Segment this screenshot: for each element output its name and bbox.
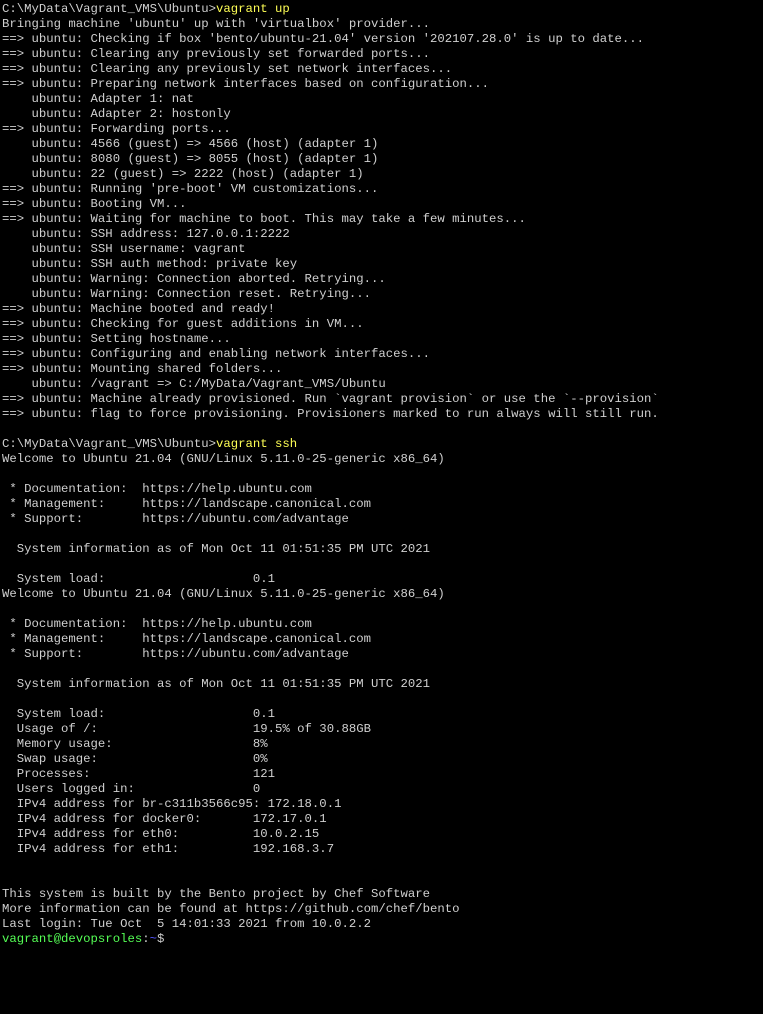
shell-prompt-dollar: $ [157, 932, 164, 946]
output-line: System load: 0.1 [2, 572, 275, 586]
output-line: System load: 0.1 [2, 707, 275, 721]
output-line: ==> ubuntu: Preparing network interfaces… [2, 77, 489, 91]
output-line: ==> ubuntu: Machine already provisioned.… [2, 392, 659, 406]
output-line: IPv4 address for eth0: 10.0.2.15 [2, 827, 319, 841]
output-line: ubuntu: SSH auth method: private key [2, 257, 297, 271]
command-vagrant-up: vagrant up [216, 2, 290, 16]
output-line: ==> ubuntu: Configuring and enabling net… [2, 347, 430, 361]
output-line: ==> ubuntu: Clearing any previously set … [2, 62, 452, 76]
output-line: ==> ubuntu: Clearing any previously set … [2, 47, 430, 61]
shell-prompt-cwd: ~ [150, 932, 157, 946]
output-line: System information as of Mon Oct 11 01:5… [2, 542, 430, 556]
output-line: Memory usage: 8% [2, 737, 268, 751]
output-line: IPv4 address for docker0: 172.17.0.1 [2, 812, 327, 826]
output-line: Welcome to Ubuntu 21.04 (GNU/Linux 5.11.… [2, 587, 445, 601]
output-line: ubuntu: /vagrant => C:/MyData/Vagrant_VM… [2, 377, 386, 391]
output-line: ==> ubuntu: Waiting for machine to boot.… [2, 212, 526, 226]
output-line: ubuntu: SSH address: 127.0.0.1:2222 [2, 227, 290, 241]
output-line: Bringing machine 'ubuntu' up with 'virtu… [2, 17, 430, 31]
shell-prompt-userhost: vagrant@devopsroles [2, 932, 142, 946]
output-line: This system is built by the Bento projec… [2, 887, 430, 901]
terminal-output[interactable]: C:\MyData\Vagrant_VMS\Ubuntu>vagrant up … [0, 0, 763, 949]
output-line: Users logged in: 0 [2, 782, 260, 796]
output-line: Welcome to Ubuntu 21.04 (GNU/Linux 5.11.… [2, 452, 445, 466]
output-line: Swap usage: 0% [2, 752, 268, 766]
output-line: * Management: https://landscape.canonica… [2, 632, 371, 646]
output-line: System information as of Mon Oct 11 01:5… [2, 677, 430, 691]
shell-prompt-colon: : [142, 932, 149, 946]
output-line: ubuntu: Adapter 2: hostonly [2, 107, 231, 121]
output-line: More information can be found at https:/… [2, 902, 460, 916]
output-line: ==> ubuntu: Checking if box 'bento/ubunt… [2, 32, 644, 46]
output-line: ==> ubuntu: Machine booted and ready! [2, 302, 275, 316]
output-line: Processes: 121 [2, 767, 275, 781]
output-line: ==> ubuntu: Forwarding ports... [2, 122, 231, 136]
output-line: ==> ubuntu: Setting hostname... [2, 332, 231, 346]
output-line: ubuntu: 4566 (guest) => 4566 (host) (ada… [2, 137, 378, 151]
output-line: IPv4 address for br-c311b3566c95: 172.18… [2, 797, 341, 811]
output-line: * Documentation: https://help.ubuntu.com [2, 482, 312, 496]
output-line: ubuntu: Warning: Connection aborted. Ret… [2, 272, 386, 286]
output-line: ==> ubuntu: flag to force provisioning. … [2, 407, 659, 421]
output-line: ==> ubuntu: Booting VM... [2, 197, 186, 211]
output-line: ubuntu: SSH username: vagrant [2, 242, 246, 256]
output-line: ==> ubuntu: Checking for guest additions… [2, 317, 364, 331]
command-vagrant-ssh: vagrant ssh [216, 437, 297, 451]
windows-prompt-path: C:\MyData\Vagrant_VMS\Ubuntu> [2, 2, 216, 16]
output-line: ubuntu: 22 (guest) => 2222 (host) (adapt… [2, 167, 364, 181]
output-line: Last login: Tue Oct 5 14:01:33 2021 from… [2, 917, 371, 931]
output-line: IPv4 address for eth1: 192.168.3.7 [2, 842, 334, 856]
output-line: ubuntu: 8080 (guest) => 8055 (host) (ada… [2, 152, 378, 166]
output-line: * Documentation: https://help.ubuntu.com [2, 617, 312, 631]
output-line: ==> ubuntu: Running 'pre-boot' VM custom… [2, 182, 378, 196]
output-line: ==> ubuntu: Mounting shared folders... [2, 362, 282, 376]
output-line: ubuntu: Warning: Connection reset. Retry… [2, 287, 371, 301]
windows-prompt-path: C:\MyData\Vagrant_VMS\Ubuntu> [2, 437, 216, 451]
output-line: * Support: https://ubuntu.com/advantage [2, 512, 349, 526]
output-line: ubuntu: Adapter 1: nat [2, 92, 194, 106]
output-line: Usage of /: 19.5% of 30.88GB [2, 722, 371, 736]
output-line: * Management: https://landscape.canonica… [2, 497, 371, 511]
output-line: * Support: https://ubuntu.com/advantage [2, 647, 349, 661]
